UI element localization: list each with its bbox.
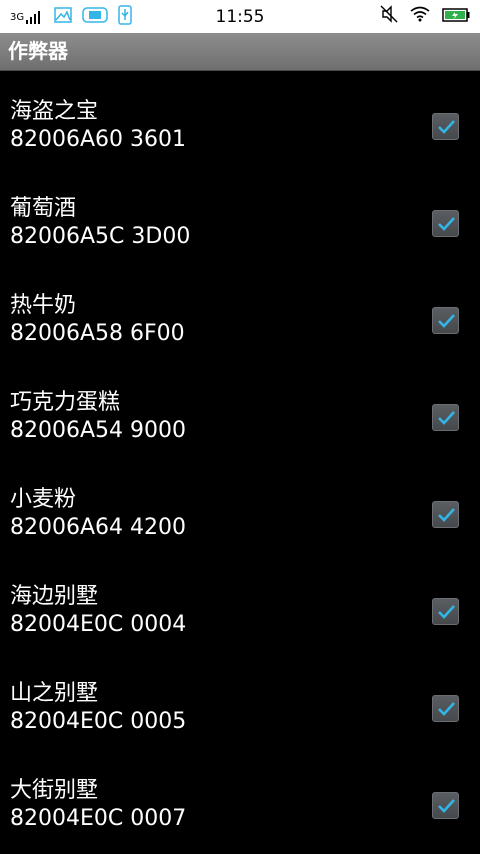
list-item-text: 小麦粉 82006A64 4200 [10,486,186,542]
cheat-name: 葡萄酒 [10,196,77,221]
mute-icon [380,5,398,27]
list-item[interactable]: 海边别墅 82004E0C 0004 [0,563,480,660]
cheat-name: 海盗之宝 [10,99,99,124]
cheat-checkbox[interactable] [432,404,459,431]
app-title-bar: 作弊器 [0,33,480,71]
list-item-text: 山之别墅 82004E0C 0005 [10,680,186,736]
cheat-checkbox[interactable] [432,210,459,237]
checkmark-icon [438,411,455,425]
checkmark-icon [438,702,455,716]
list-item-text: 巧克力蛋糕 82006A54 9000 [10,389,186,445]
list-item[interactable]: 海盗之宝 82006A60 3601 [0,78,480,175]
cheat-code: 82004E0C 0007 [10,806,187,831]
status-right-group [380,5,470,27]
cheat-code: 82006A64 4200 [10,515,187,540]
cheat-name: 山之别墅 [10,681,99,706]
list-item[interactable]: 葡萄酒 82006A5C 3D00 [0,175,480,272]
list-item-text: 大街别墅 82004E0C 0007 [10,777,186,833]
cheat-name: 巧克力蛋糕 [10,390,121,415]
cheat-code: 82004E0C 0004 [10,612,187,637]
wifi-icon [410,6,430,26]
checkmark-icon [438,508,455,522]
list-item-text: 热牛奶 82006A58 6F00 [10,292,185,348]
cheat-name: 海边别墅 [10,584,99,609]
list-item-text: 海边别墅 82004E0C 0004 [10,583,186,639]
battery-charging-icon [442,7,470,26]
status-bar: 3G 11:55 [0,0,480,33]
cheat-code: 82006A5C 3D00 [10,224,191,249]
checkmark-icon [438,799,455,813]
cheat-code: 82006A60 3601 [10,127,187,152]
checkmark-icon [438,217,455,231]
cheat-checkbox[interactable] [432,113,459,140]
cheat-checkbox[interactable] [432,598,459,625]
cheat-name: 小麦粉 [10,487,77,512]
checkmark-icon [438,120,455,134]
page-title: 作弊器 [8,39,68,63]
cheat-checkbox[interactable] [432,695,459,722]
list-item[interactable]: 巧克力蛋糕 82006A54 9000 [0,369,480,466]
cheat-code: 82006A54 9000 [10,418,187,443]
checkmark-icon [438,314,455,328]
list-item[interactable]: 热牛奶 82006A58 6F00 [0,272,480,369]
checkmark-icon [438,605,455,619]
cheat-list: 海盗之宝 82006A60 3601 葡萄酒 82006A5C 3D00 热牛奶… [0,78,480,854]
cheat-code: 82004E0C 0005 [10,709,187,734]
cheat-checkbox[interactable] [432,501,459,528]
cheat-name: 热牛奶 [10,293,77,318]
list-item[interactable]: 小麦粉 82006A64 4200 [0,466,480,563]
cheat-checkbox[interactable] [432,792,459,819]
list-item[interactable]: 大街别墅 82004E0C 0007 [0,757,480,854]
list-item-text: 葡萄酒 82006A5C 3D00 [10,195,190,251]
cheat-checkbox[interactable] [432,307,459,334]
list-item[interactable]: 山之别墅 82004E0C 0005 [0,660,480,757]
list-item-text: 海盗之宝 82006A60 3601 [10,98,186,154]
cheat-code: 82006A58 6F00 [10,321,185,346]
cheat-name: 大街别墅 [10,778,99,803]
